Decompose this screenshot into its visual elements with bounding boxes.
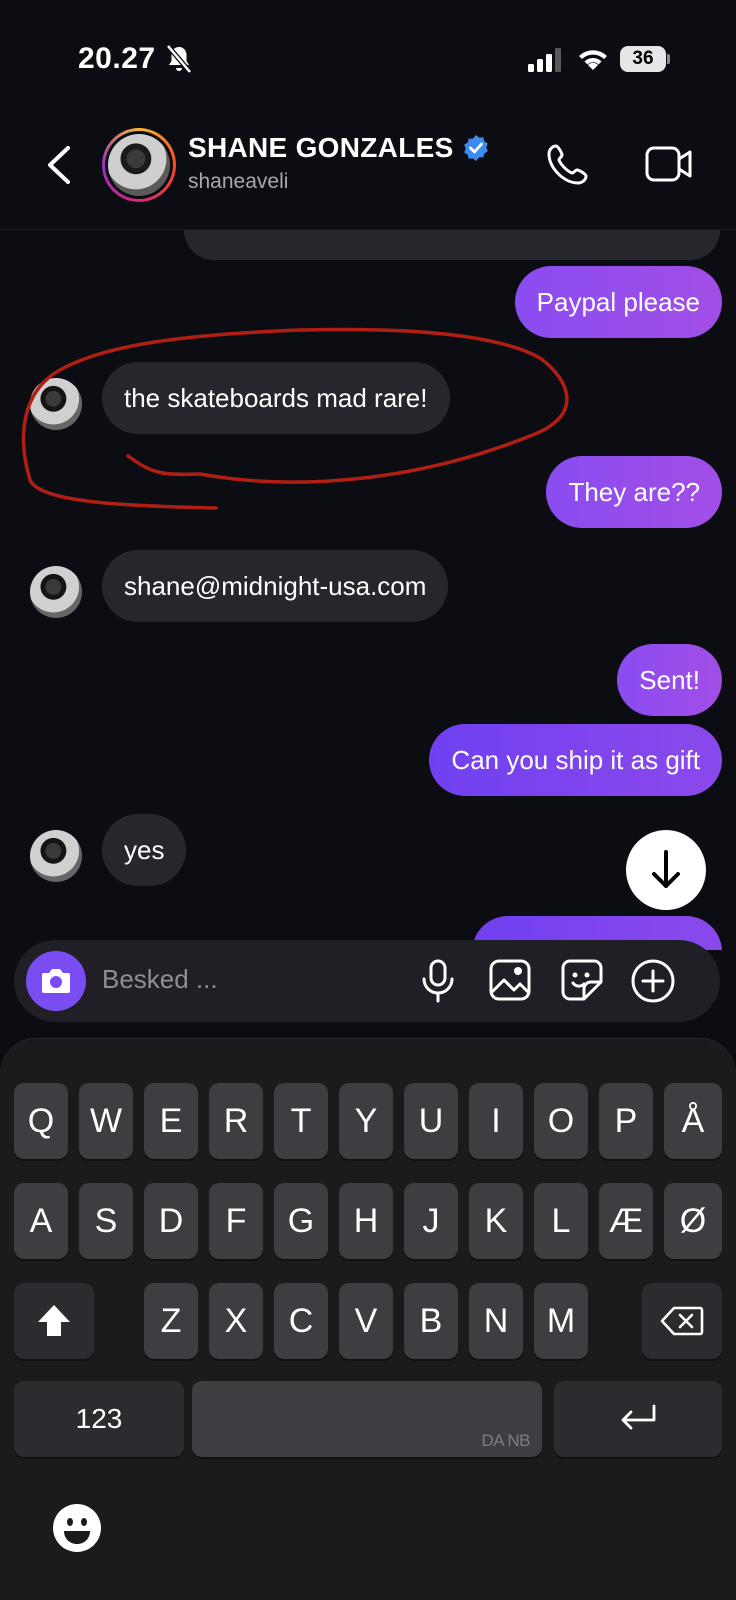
- cellular-signal-icon: [528, 48, 561, 72]
- key-s[interactable]: S: [79, 1183, 133, 1259]
- backspace-key[interactable]: [642, 1283, 722, 1359]
- key-q[interactable]: Q: [14, 1083, 68, 1159]
- key-m[interactable]: M: [534, 1283, 588, 1359]
- space-key[interactable]: DA NB: [192, 1381, 542, 1457]
- camera-icon: [42, 969, 70, 993]
- bell-off-icon: [166, 44, 192, 74]
- key-f[interactable]: F: [209, 1183, 263, 1259]
- chat-header: SHANE GONZALES shaneaveli: [0, 110, 736, 230]
- key-c[interactable]: C: [274, 1283, 328, 1359]
- video-call-icon[interactable]: [644, 140, 694, 188]
- key-u[interactable]: U: [404, 1083, 458, 1159]
- back-chevron-icon[interactable]: [40, 140, 80, 190]
- on-screen-keyboard: Q W E R T Y U I O P Å A S D F G H J K L …: [0, 1038, 736, 1600]
- message-thread[interactable]: Paypal please the skateboards mad rare! …: [0, 230, 736, 950]
- sticker-icon[interactable]: [560, 958, 604, 1002]
- wifi-icon: [579, 50, 607, 70]
- emoji-icon[interactable]: [52, 1503, 102, 1553]
- numbers-key[interactable]: 123: [14, 1381, 184, 1457]
- verified-badge-icon: [464, 135, 488, 161]
- key-o[interactable]: O: [534, 1083, 588, 1159]
- message-composer: Besked ...: [14, 940, 720, 1022]
- battery-level: 36: [620, 46, 666, 72]
- profile-avatar[interactable]: [102, 128, 176, 202]
- key-a-ring[interactable]: Å: [664, 1083, 722, 1159]
- key-y[interactable]: Y: [339, 1083, 393, 1159]
- contact-name[interactable]: SHANE GONZALES: [188, 132, 454, 164]
- keyboard-language-hint: DA NB: [481, 1431, 530, 1450]
- key-j[interactable]: J: [404, 1183, 458, 1259]
- key-t[interactable]: T: [274, 1083, 328, 1159]
- key-w[interactable]: W: [79, 1083, 133, 1159]
- key-h[interactable]: H: [339, 1183, 393, 1259]
- contact-handle: shaneaveli: [188, 170, 289, 193]
- return-key[interactable]: [554, 1381, 722, 1457]
- arrow-down-icon: [652, 850, 680, 888]
- key-g[interactable]: G: [274, 1183, 328, 1259]
- key-k[interactable]: K: [469, 1183, 523, 1259]
- key-p[interactable]: P: [599, 1083, 653, 1159]
- key-i[interactable]: I: [469, 1083, 523, 1159]
- camera-button[interactable]: [26, 951, 86, 1011]
- backspace-icon: [660, 1306, 704, 1336]
- key-ae[interactable]: Æ: [599, 1183, 653, 1259]
- battery-indicator: 36: [620, 46, 670, 72]
- avatar-photo: [108, 134, 170, 196]
- scroll-to-bottom-button[interactable]: [626, 830, 706, 910]
- key-d[interactable]: D: [144, 1183, 198, 1259]
- key-v[interactable]: V: [339, 1283, 393, 1359]
- add-circle-icon[interactable]: [630, 958, 676, 1004]
- microphone-icon[interactable]: [418, 958, 458, 1004]
- key-r[interactable]: R: [209, 1083, 263, 1159]
- shift-arrow-icon: [38, 1305, 70, 1336]
- key-z[interactable]: Z: [144, 1283, 198, 1359]
- phone-call-icon[interactable]: [544, 140, 592, 188]
- key-b[interactable]: B: [404, 1283, 458, 1359]
- key-a[interactable]: A: [14, 1183, 68, 1259]
- key-x[interactable]: X: [209, 1283, 263, 1359]
- status-bar: 20.27 36: [0, 0, 736, 110]
- gallery-icon[interactable]: [488, 958, 532, 1002]
- key-e[interactable]: E: [144, 1083, 198, 1159]
- return-arrow-icon: [621, 1404, 656, 1430]
- key-o-slash[interactable]: Ø: [664, 1183, 722, 1259]
- clock: 20.27: [78, 42, 156, 75]
- shift-key[interactable]: [14, 1283, 94, 1359]
- key-n[interactable]: N: [469, 1283, 523, 1359]
- message-input[interactable]: Besked ...: [102, 964, 218, 995]
- key-l[interactable]: L: [534, 1183, 588, 1259]
